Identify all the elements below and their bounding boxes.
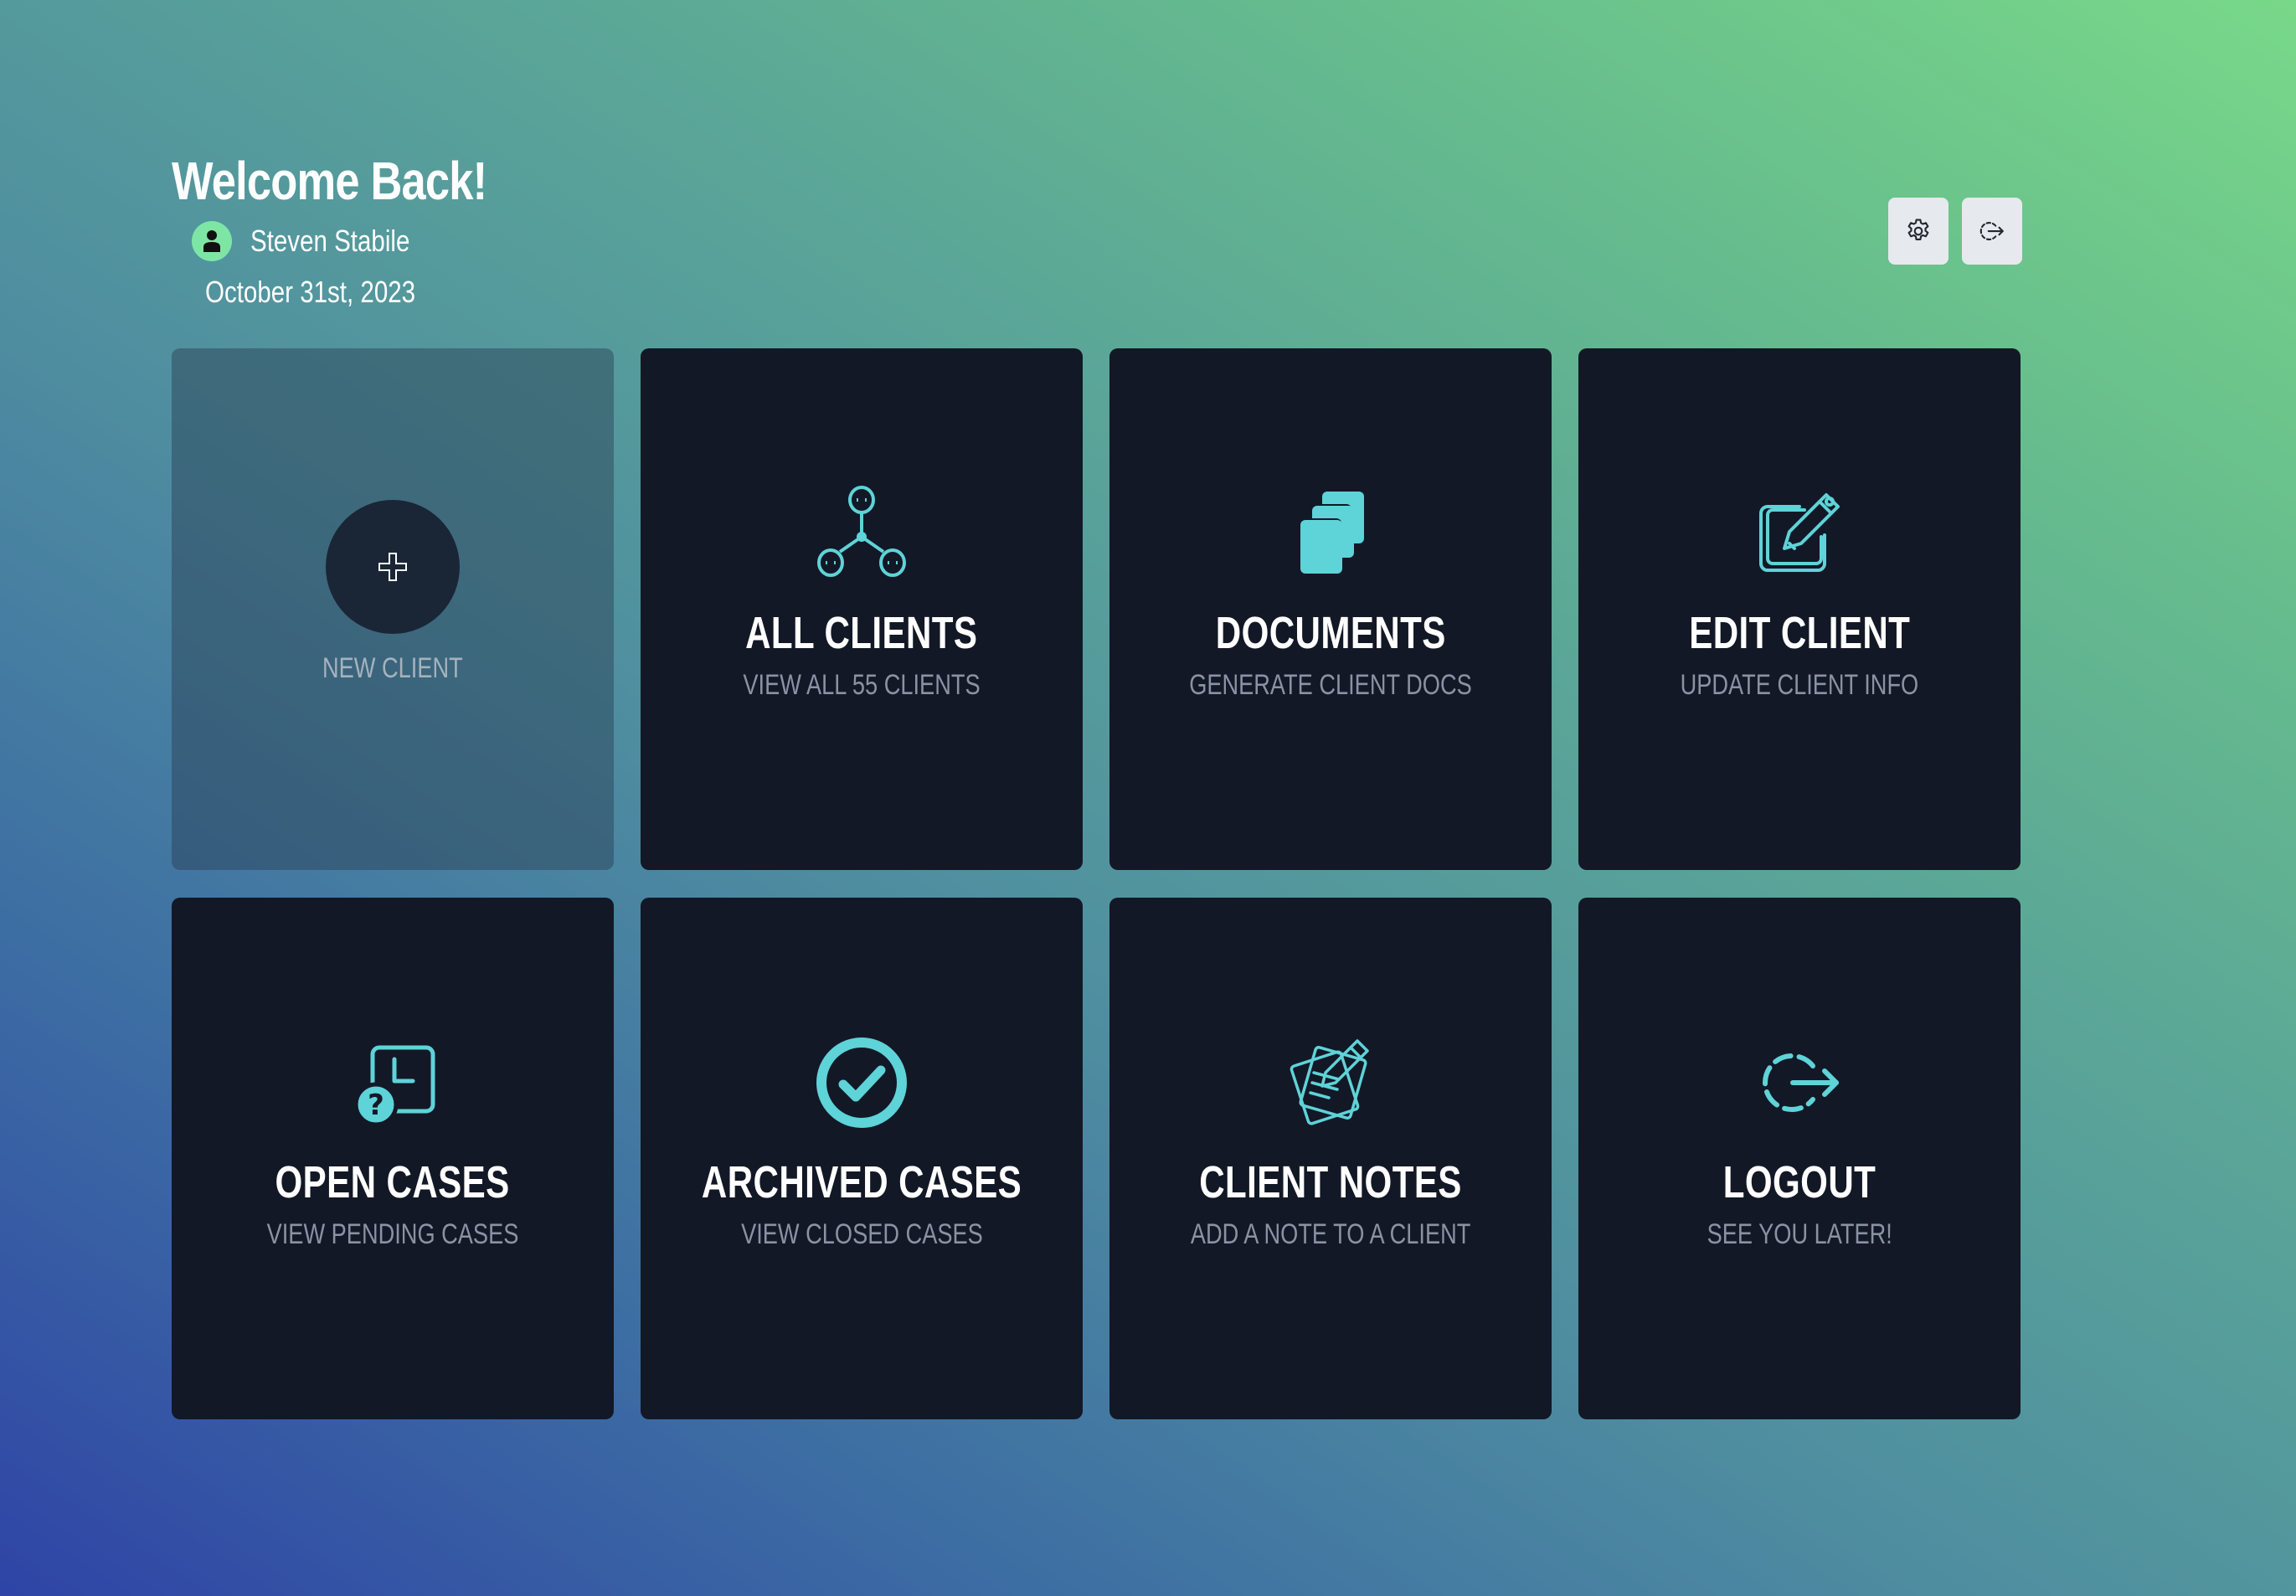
welcome-heading: Welcome Back!: [172, 151, 487, 211]
new-client-label: NEW CLIENT: [322, 652, 463, 684]
check-circle-icon: [816, 1037, 907, 1128]
top-actions: [1888, 198, 2022, 265]
all-clients-tile[interactable]: ALL CLIENTS VIEW ALL 55 CLIENTS: [641, 348, 1083, 870]
all-clients-title: ALL CLIENTS: [745, 608, 978, 658]
documents-subtitle: GENERATE CLIENT DOCS: [1189, 669, 1472, 701]
open-cases-title: OPEN CASES: [275, 1157, 511, 1207]
logout-icon: [1763, 1053, 1839, 1112]
notes-icon: [1290, 1039, 1369, 1125]
logout-tile[interactable]: LOGOUT SEE YOU LATER!: [1578, 898, 2021, 1419]
current-date: October 31st, 2023: [205, 275, 416, 309]
settings-button[interactable]: [1888, 198, 1949, 265]
new-client-circle[interactable]: [326, 500, 460, 634]
archived-cases-title: ARCHIVED CASES: [701, 1157, 1022, 1207]
open-cases-tile[interactable]: ? OPEN CASES VIEW PENDING CASES: [172, 898, 614, 1419]
logout-icon: [1979, 222, 2004, 240]
user-info: Steven Stabile: [192, 221, 445, 261]
logout-title: LOGOUT: [1722, 1157, 1876, 1207]
logout-top-button[interactable]: [1962, 198, 2022, 265]
archived-cases-tile[interactable]: ARCHIVED CASES VIEW CLOSED CASES: [641, 898, 1083, 1419]
client-notes-tile[interactable]: CLIENT NOTES ADD A NOTE TO A CLIENT: [1109, 898, 1552, 1419]
all-clients-subtitle: VIEW ALL 55 CLIENTS: [743, 669, 981, 701]
user-avatar-icon: [192, 221, 232, 261]
client-notes-subtitle: ADD A NOTE TO A CLIENT: [1190, 1218, 1471, 1250]
user-name: Steven Stabile: [250, 224, 410, 258]
documents-title: DOCUMENTS: [1215, 608, 1446, 658]
client-notes-title: CLIENT NOTES: [1199, 1157, 1462, 1207]
archived-cases-subtitle: VIEW CLOSED CASES: [740, 1218, 983, 1250]
logout-subtitle: SEE YOU LATER!: [1707, 1218, 1892, 1250]
documents-tile[interactable]: DOCUMENTS GENERATE CLIENT DOCS: [1109, 348, 1552, 870]
edit-pencil-icon: [1759, 493, 1840, 572]
edit-client-subtitle: UPDATE CLIENT INFO: [1680, 669, 1919, 701]
edit-client-tile[interactable]: EDIT CLIENT UPDATE CLIENT INFO: [1578, 348, 2021, 870]
network-users-icon: [817, 486, 906, 577]
gear-icon: [1907, 219, 1929, 240]
new-client-tile[interactable]: NEW CLIENT: [172, 348, 614, 870]
svg-text:?: ?: [368, 1089, 384, 1122]
pending-clock-icon: ?: [353, 1045, 435, 1127]
header: Welcome Back! Steven Stabile October 31s…: [172, 147, 2022, 323]
documents-stack-icon: [1298, 492, 1364, 574]
edit-client-title: EDIT CLIENT: [1688, 608, 1911, 658]
open-cases-subtitle: VIEW PENDING CASES: [266, 1218, 519, 1250]
plus-icon: [378, 553, 407, 581]
dashboard-grid: NEW CLIENT ALL CLIENTS VIEW ALL 55 CLIEN…: [172, 348, 2022, 1419]
